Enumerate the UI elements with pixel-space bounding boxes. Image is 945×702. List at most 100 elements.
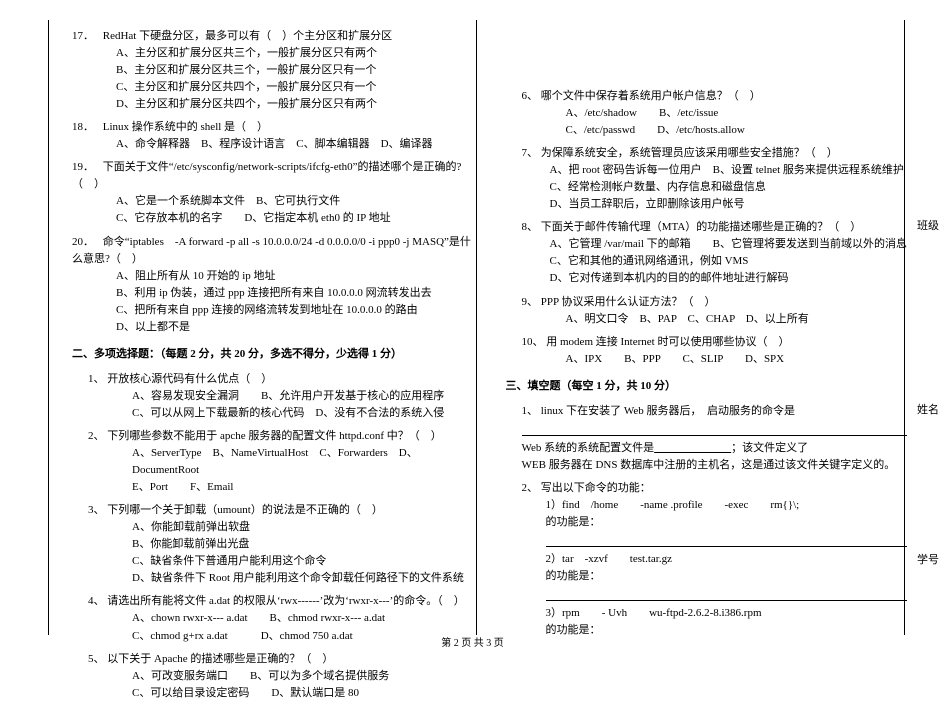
question-18: 18． Linux 操作系统中的 shell 是（ ） A、命令解释器 B、程序… xyxy=(72,119,474,153)
multi-q8: 8、 下面关于邮件传输代理（MTA）的功能描述哪些是正确的？（ ） A、它管理 … xyxy=(506,219,908,287)
multi-q6: 6、 哪个文件中保存着系统用户帐户信息？（ ） A、/etc/shadow B、… xyxy=(506,88,908,139)
m5-number: 5、 xyxy=(88,653,105,665)
q17-opt-d: D、主分区和扩展分区共四个，一般扩展分区只有两个 xyxy=(116,96,474,113)
f1-line2-pre: Web 系统的系统配置文件是 xyxy=(522,442,655,454)
m3-opt-c: C、缺省条件下普通用户能利用这个命令 xyxy=(132,553,474,570)
answer-blank[interactable] xyxy=(546,533,908,547)
m6-opt-a: A、/etc/shadow B、/etc/issue xyxy=(566,105,908,122)
q17-opt-b: B、主分区和扩展分区共三个，一般扩展分区只有一个 xyxy=(116,62,474,79)
m1-opt-c: C、可以从网上下载最新的核心代码 D、没有不合法的系统入侵 xyxy=(132,405,474,422)
q17-stem: RedHat 下硬盘分区，最多可以有（ ）个主分区和扩展分区 xyxy=(103,30,392,42)
f2-cmd1: 1）find /home -name .profile -exec rm{}\; xyxy=(546,497,908,514)
answer-blank[interactable] xyxy=(522,422,908,436)
m7-stem: 为保障系统安全，系统管理员应该采用哪些安全措施？（ ） xyxy=(541,147,838,159)
right-column: 6、 哪个文件中保存着系统用户帐户信息？（ ） A、/etc/shadow B、… xyxy=(496,28,916,643)
q20-opt-a: A、阻止所有从 10 开始的 ip 地址 xyxy=(116,268,474,285)
q20-opt-c: C、把所有来自 ppp 连接的网络流转发到地址在 10.0.0.0 的路由 xyxy=(116,302,474,319)
m5-options: A、可改变服务端口 B、可以为多个域名提供服务 C、可以给目录设定密码 D、默认… xyxy=(88,668,474,702)
fill-q1: 1、 linux 下在安装了 Web 服务器后， 启动服务的命令是 Web 系统… xyxy=(506,403,908,474)
m8-stem: 下面关于邮件传输代理（MTA）的功能描述哪些是正确的？（ ） xyxy=(541,221,862,233)
f2-lab1: 的功能是： xyxy=(546,514,908,531)
q20-opt-d: D、以上都不是 xyxy=(116,319,474,336)
m2-options: A、ServerType B、NameVirtualHost C、Forward… xyxy=(88,445,474,496)
m7-number: 7、 xyxy=(522,147,539,159)
m2-number: 2、 xyxy=(88,430,105,442)
m4-stem: 请选出所有能将文件 a.dat 的权限从‘rwx------’改为‘rwxr-x… xyxy=(107,595,465,607)
m10-number: 10、 xyxy=(522,336,544,348)
answer-blank-inline[interactable] xyxy=(654,442,731,454)
question-20: 20． 命令“iptables -A forward -p all -s 10.… xyxy=(72,234,474,336)
m6-opt-c: C、/etc/passwd D、/etc/hosts.allow xyxy=(566,122,908,139)
side-label-name: 姓名 xyxy=(917,402,939,419)
q18-options: A、命令解释器 B、程序设计语言 C、脚本编辑器 D、编译器 xyxy=(72,136,474,153)
multi-q7: 7、 为保障系统安全，系统管理员应该采用哪些安全措施？（ ） A、把 root … xyxy=(506,145,908,213)
m1-opt-a: A、容易发现安全漏洞 B、允许用户开发基于核心的应用程序 xyxy=(132,388,474,405)
q18-number: 18． xyxy=(72,119,100,136)
m7-options: A、把 root 密码告诉每一位用户 B、设置 telnet 服务来提供远程系统… xyxy=(522,162,908,213)
m1-number: 1、 xyxy=(88,373,105,385)
m7-opt-d: D、当员工辞职后，立即删除该用户帐号 xyxy=(550,196,908,213)
f2-number: 2、 xyxy=(522,482,539,494)
m2-stem: 下列哪些参数不能用于 apche 服务器的配置文件 httpd.conf 中？（… xyxy=(107,430,442,442)
m1-stem: 开放核心源代码有什么优点（ ） xyxy=(107,373,272,385)
m3-opt-d: D、缺省条件下 Root 用户能利用这个命令卸载任何路径下的文件系统 xyxy=(132,570,474,587)
f1-line2: Web 系统的系统配置文件是 ；该文件定义了 xyxy=(522,440,908,457)
q17-options: A、主分区和扩展分区共三个，一般扩展分区只有两个 B、主分区和扩展分区共三个，一… xyxy=(72,45,474,113)
section-3-heading: 三、填空题（每空 1 分，共 10 分） xyxy=(506,378,908,395)
m6-stem: 哪个文件中保存着系统用户帐户信息？（ ） xyxy=(541,90,761,102)
fill-q2: 2、 写出以下命令的功能： 1）find /home -name .profil… xyxy=(506,480,908,639)
q19-options: A、它是一个系统脚本文件 B、它可执行文件 C、它存放本机的名字 D、它指定本机… xyxy=(72,193,474,227)
multi-q9: 9、 PPP 协议采用什么认证方法？（ ） A、明文口令 B、PAP C、CHA… xyxy=(506,294,908,328)
m5-stem: 以下关于 Apache 的描述哪些是正确的？（ ） xyxy=(107,653,333,665)
q19-number: 19． xyxy=(72,159,100,176)
m8-opt-d: D、它对传递到本机内的目的的邮件地址进行解码 xyxy=(550,270,908,287)
m3-opt-b: B、你能卸载前弹出光盘 xyxy=(132,536,474,553)
f1-line1: linux 下在安装了 Web 服务器后， 启动服务的命令是 xyxy=(541,405,795,417)
m8-opt-c: C、它和其他的通讯网络通讯，例如 VMS xyxy=(550,253,908,270)
m9-stem: PPP 协议采用什么认证方法？（ ） xyxy=(541,296,716,308)
f1-line3: WEB 服务器在 DNS 数据库中注册的主机名，这是通过该文件关键字定义的。 xyxy=(522,457,908,474)
f2-cmds: 1）find /home -name .profile -exec rm{}\;… xyxy=(522,497,908,639)
side-label-id: 学号 xyxy=(917,552,939,569)
multi-q3: 3、 下列哪一个关于卸载（umount）的说法是不正确的（ ） A、你能卸载前弹… xyxy=(72,502,474,587)
f1-line2-suf: ；该文件定义了 xyxy=(731,442,808,454)
m6-number: 6、 xyxy=(522,90,539,102)
page-footer: 第 2 页 共 3 页 xyxy=(0,636,945,652)
q19-opt-a: A、它是一个系统脚本文件 B、它可执行文件 xyxy=(116,193,474,210)
side-label-class: 班级 xyxy=(917,218,939,235)
exam-page: 17． RedHat 下硬盘分区，最多可以有（ ）个主分区和扩展分区 A、主分区… xyxy=(0,0,945,655)
m3-number: 3、 xyxy=(88,504,105,516)
section-2-heading: 二、多项选择题：（每题 2 分，共 20 分，多选不得分，少选得 1 分） xyxy=(72,346,474,363)
m9-number: 9、 xyxy=(522,296,539,308)
m5-opt-c: C、可以给目录设定密码 D、默认端口是 80 xyxy=(132,685,474,702)
f2-stem: 写出以下命令的功能： xyxy=(541,482,651,494)
top-spacer xyxy=(506,28,908,88)
q18-stem: Linux 操作系统中的 shell 是（ ） xyxy=(103,121,268,133)
f1-number: 1、 xyxy=(522,405,539,417)
m2-opt-a: A、ServerType B、NameVirtualHost C、Forward… xyxy=(132,445,474,479)
multi-q2: 2、 下列哪些参数不能用于 apche 服务器的配置文件 httpd.conf … xyxy=(72,428,474,496)
q19-opt-c: C、它存放本机的名字 D、它指定本机 eth0 的 IP 地址 xyxy=(116,210,474,227)
left-column: 17． RedHat 下硬盘分区，最多可以有（ ）个主分区和扩展分区 A、主分区… xyxy=(72,28,484,643)
m10-stem: 用 modem 连接 Internet 时可以使用哪些协议（ ） xyxy=(546,336,789,348)
m1-options: A、容易发现安全漏洞 B、允许用户开发基于核心的应用程序 C、可以从网上下载最新… xyxy=(88,388,474,422)
answer-blank[interactable] xyxy=(546,587,908,601)
m8-number: 8、 xyxy=(522,221,539,233)
m5-opt-a: A、可改变服务端口 B、可以为多个域名提供服务 xyxy=(132,668,474,685)
m8-opt-a: A、它管理 /var/mail 下的邮箱 B、它管理将要发送到当前域以外的消息 xyxy=(550,236,908,253)
q17-opt-a: A、主分区和扩展分区共三个，一般扩展分区只有两个 xyxy=(116,45,474,62)
vertical-rule-center xyxy=(476,20,477,635)
question-17: 17． RedHat 下硬盘分区，最多可以有（ ）个主分区和扩展分区 A、主分区… xyxy=(72,28,474,113)
m7-opt-a: A、把 root 密码告诉每一位用户 B、设置 telnet 服务来提供远程系统… xyxy=(550,162,908,179)
q20-options: A、阻止所有从 10 开始的 ip 地址 B、利用 ip 伪装，通过 ppp 连… xyxy=(72,268,474,336)
vertical-rule-right xyxy=(904,20,905,635)
question-19: 19． 下面关于文件“/etc/sysconfig/network-script… xyxy=(72,159,474,227)
m4-number: 4、 xyxy=(88,595,105,607)
m2-opt-e: E、Port F、Email xyxy=(132,479,474,496)
m3-stem: 下列哪一个关于卸载（umount）的说法是不正确的（ ） xyxy=(107,504,383,516)
multi-q5: 5、 以下关于 Apache 的描述哪些是正确的？（ ） A、可改变服务端口 B… xyxy=(72,651,474,702)
m8-options: A、它管理 /var/mail 下的邮箱 B、它管理将要发送到当前域以外的消息 … xyxy=(522,236,908,287)
f2-lab2: 的功能是： xyxy=(546,568,908,585)
f2-cmd2: 2）tar -xzvf test.tar.gz xyxy=(546,551,908,568)
multi-q1: 1、 开放核心源代码有什么优点（ ） A、容易发现安全漏洞 B、允许用户开发基于… xyxy=(72,371,474,422)
